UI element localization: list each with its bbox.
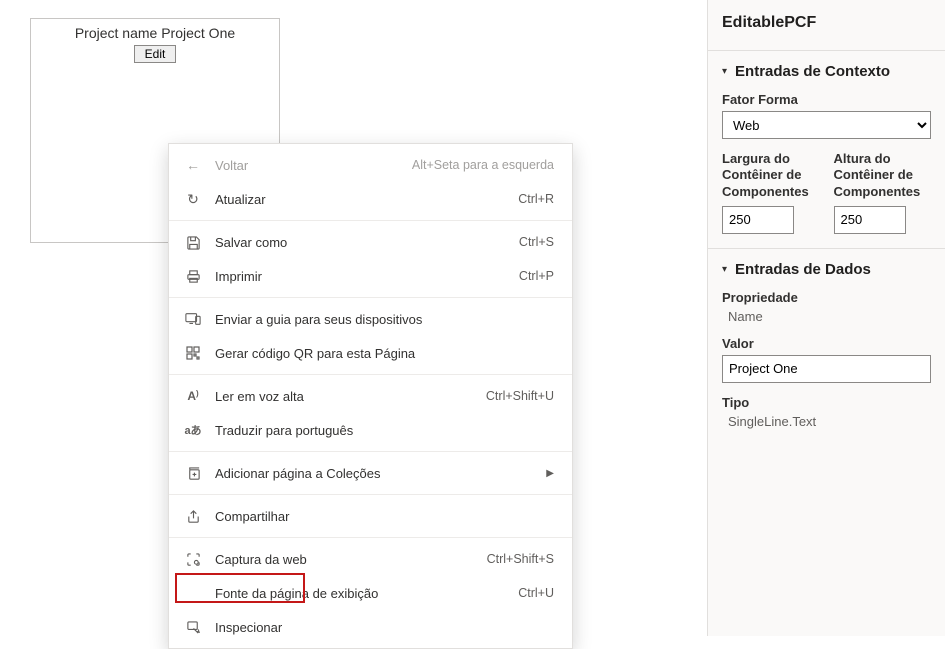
ctx-view-source-shortcut: Ctrl+U <box>518 586 554 600</box>
value-label: Valor <box>722 336 931 351</box>
ctx-refresh-label: Atualizar <box>215 192 518 207</box>
ctx-separator <box>169 374 572 375</box>
section-context-title: Entradas de Contexto <box>735 63 890 80</box>
ctx-read-aloud-label: Ler em voz alta <box>215 389 486 404</box>
collections-icon <box>183 466 203 481</box>
read-aloud-icon: A) <box>183 389 203 403</box>
panel-title: EditablePCF <box>722 14 931 32</box>
property-field: Propriedade Name <box>722 290 931 324</box>
ctx-back[interactable]: ← Voltar Alt+Seta para a esquerda <box>169 148 572 182</box>
ctx-read-aloud-shortcut: Ctrl+Shift+U <box>486 389 554 403</box>
section-data-inputs: ▾ Entradas de Dados Propriedade Name Val… <box>708 248 945 455</box>
ctx-back-label: Voltar <box>215 158 412 173</box>
ctx-separator <box>169 297 572 298</box>
section-context-header[interactable]: ▾ Entradas de Contexto <box>722 63 931 80</box>
ctx-separator <box>169 494 572 495</box>
ctx-read-aloud[interactable]: A) Ler em voz alta Ctrl+Shift+U <box>169 379 572 413</box>
properties-panel: EditablePCF ▾ Entradas de Contexto Fator… <box>707 0 945 636</box>
container-width-field: Largura do Contêiner de Componentes <box>722 151 820 234</box>
browser-context-menu: ← Voltar Alt+Seta para a esquerda ↻ Atua… <box>168 143 573 649</box>
ctx-share-label: Compartilhar <box>215 509 554 524</box>
ctx-view-source[interactable]: Fonte da página de exibição Ctrl+U <box>169 576 572 610</box>
value-field: Valor <box>722 336 931 383</box>
property-label: Propriedade <box>722 290 931 305</box>
ctx-back-shortcut: Alt+Seta para a esquerda <box>412 158 554 172</box>
ctx-collections-label: Adicionar página a Coleções <box>215 466 538 481</box>
qr-icon <box>183 346 203 360</box>
ctx-qr-label: Gerar código QR para esta Página <box>215 346 554 361</box>
project-name-text: Project name Project One <box>31 25 279 41</box>
container-width-label: Largura do Contêiner de Componentes <box>722 151 820 200</box>
chevron-down-icon: ▾ <box>722 66 727 77</box>
translate-icon: aあ <box>183 422 203 438</box>
ctx-separator <box>169 537 572 538</box>
ctx-separator <box>169 220 572 221</box>
edit-button[interactable]: Edit <box>134 45 177 63</box>
arrow-left-icon: ← <box>183 157 203 173</box>
property-value: Name <box>722 309 931 324</box>
ctx-translate-label: Traduzir para português <box>215 423 554 438</box>
section-context-inputs: ▾ Entradas de Contexto Fator Forma Web L… <box>708 50 945 248</box>
ctx-save-as-shortcut: Ctrl+S <box>519 235 554 249</box>
ctx-refresh[interactable]: ↻ Atualizar Ctrl+R <box>169 182 572 216</box>
share-icon <box>183 509 203 524</box>
ctx-send-tab-label: Enviar a guia para seus dispositivos <box>215 312 554 327</box>
section-data-header[interactable]: ▾ Entradas de Dados <box>722 261 931 278</box>
refresh-icon: ↻ <box>183 191 203 208</box>
ctx-inspect[interactable]: Inspecionar <box>169 610 572 644</box>
type-field: Tipo SingleLine.Text <box>722 395 931 429</box>
ctx-separator <box>169 451 572 452</box>
save-icon <box>183 235 203 250</box>
type-label: Tipo <box>722 395 931 410</box>
ctx-save-as-label: Salvar como <box>215 235 519 250</box>
ctx-refresh-shortcut: Ctrl+R <box>518 192 554 206</box>
ctx-web-capture-shortcut: Ctrl+Shift+S <box>487 552 554 566</box>
ctx-web-capture-label: Captura da web <box>215 552 487 567</box>
ctx-view-source-label: Fonte da página de exibição <box>215 586 518 601</box>
inspect-icon <box>183 620 203 635</box>
container-width-input[interactable] <box>722 206 794 234</box>
print-icon <box>183 269 203 284</box>
chevron-right-icon: ▶ <box>546 468 554 479</box>
ctx-print[interactable]: Imprimir Ctrl+P <box>169 259 572 293</box>
chevron-down-icon: ▾ <box>722 264 727 275</box>
value-input[interactable] <box>722 355 931 383</box>
ctx-collections[interactable]: Adicionar página a Coleções ▶ <box>169 456 572 490</box>
ctx-translate[interactable]: aあ Traduzir para português <box>169 413 572 447</box>
ctx-qr[interactable]: Gerar código QR para esta Página <box>169 336 572 370</box>
type-value: SingleLine.Text <box>722 414 931 429</box>
web-capture-icon <box>183 552 203 567</box>
pcf-test-canvas: Project name Project One Edit ← Voltar A… <box>0 0 707 636</box>
ctx-send-tab[interactable]: Enviar a guia para seus dispositivos <box>169 302 572 336</box>
section-data-title: Entradas de Dados <box>735 261 871 278</box>
ctx-print-label: Imprimir <box>215 269 519 284</box>
container-height-input[interactable] <box>834 206 906 234</box>
ctx-web-capture[interactable]: Captura da web Ctrl+Shift+S <box>169 542 572 576</box>
devices-icon <box>183 312 203 326</box>
ctx-share[interactable]: Compartilhar <box>169 499 572 533</box>
ctx-save-as[interactable]: Salvar como Ctrl+S <box>169 225 572 259</box>
form-factor-select[interactable]: Web <box>722 111 931 139</box>
ctx-print-shortcut: Ctrl+P <box>519 269 554 283</box>
form-factor-label: Fator Forma <box>722 92 931 107</box>
form-factor-field: Fator Forma Web <box>722 92 931 139</box>
ctx-inspect-label: Inspecionar <box>215 620 554 635</box>
container-height-label: Altura do Contêiner de Componentes <box>834 151 932 200</box>
container-height-field: Altura do Contêiner de Componentes <box>834 151 932 234</box>
